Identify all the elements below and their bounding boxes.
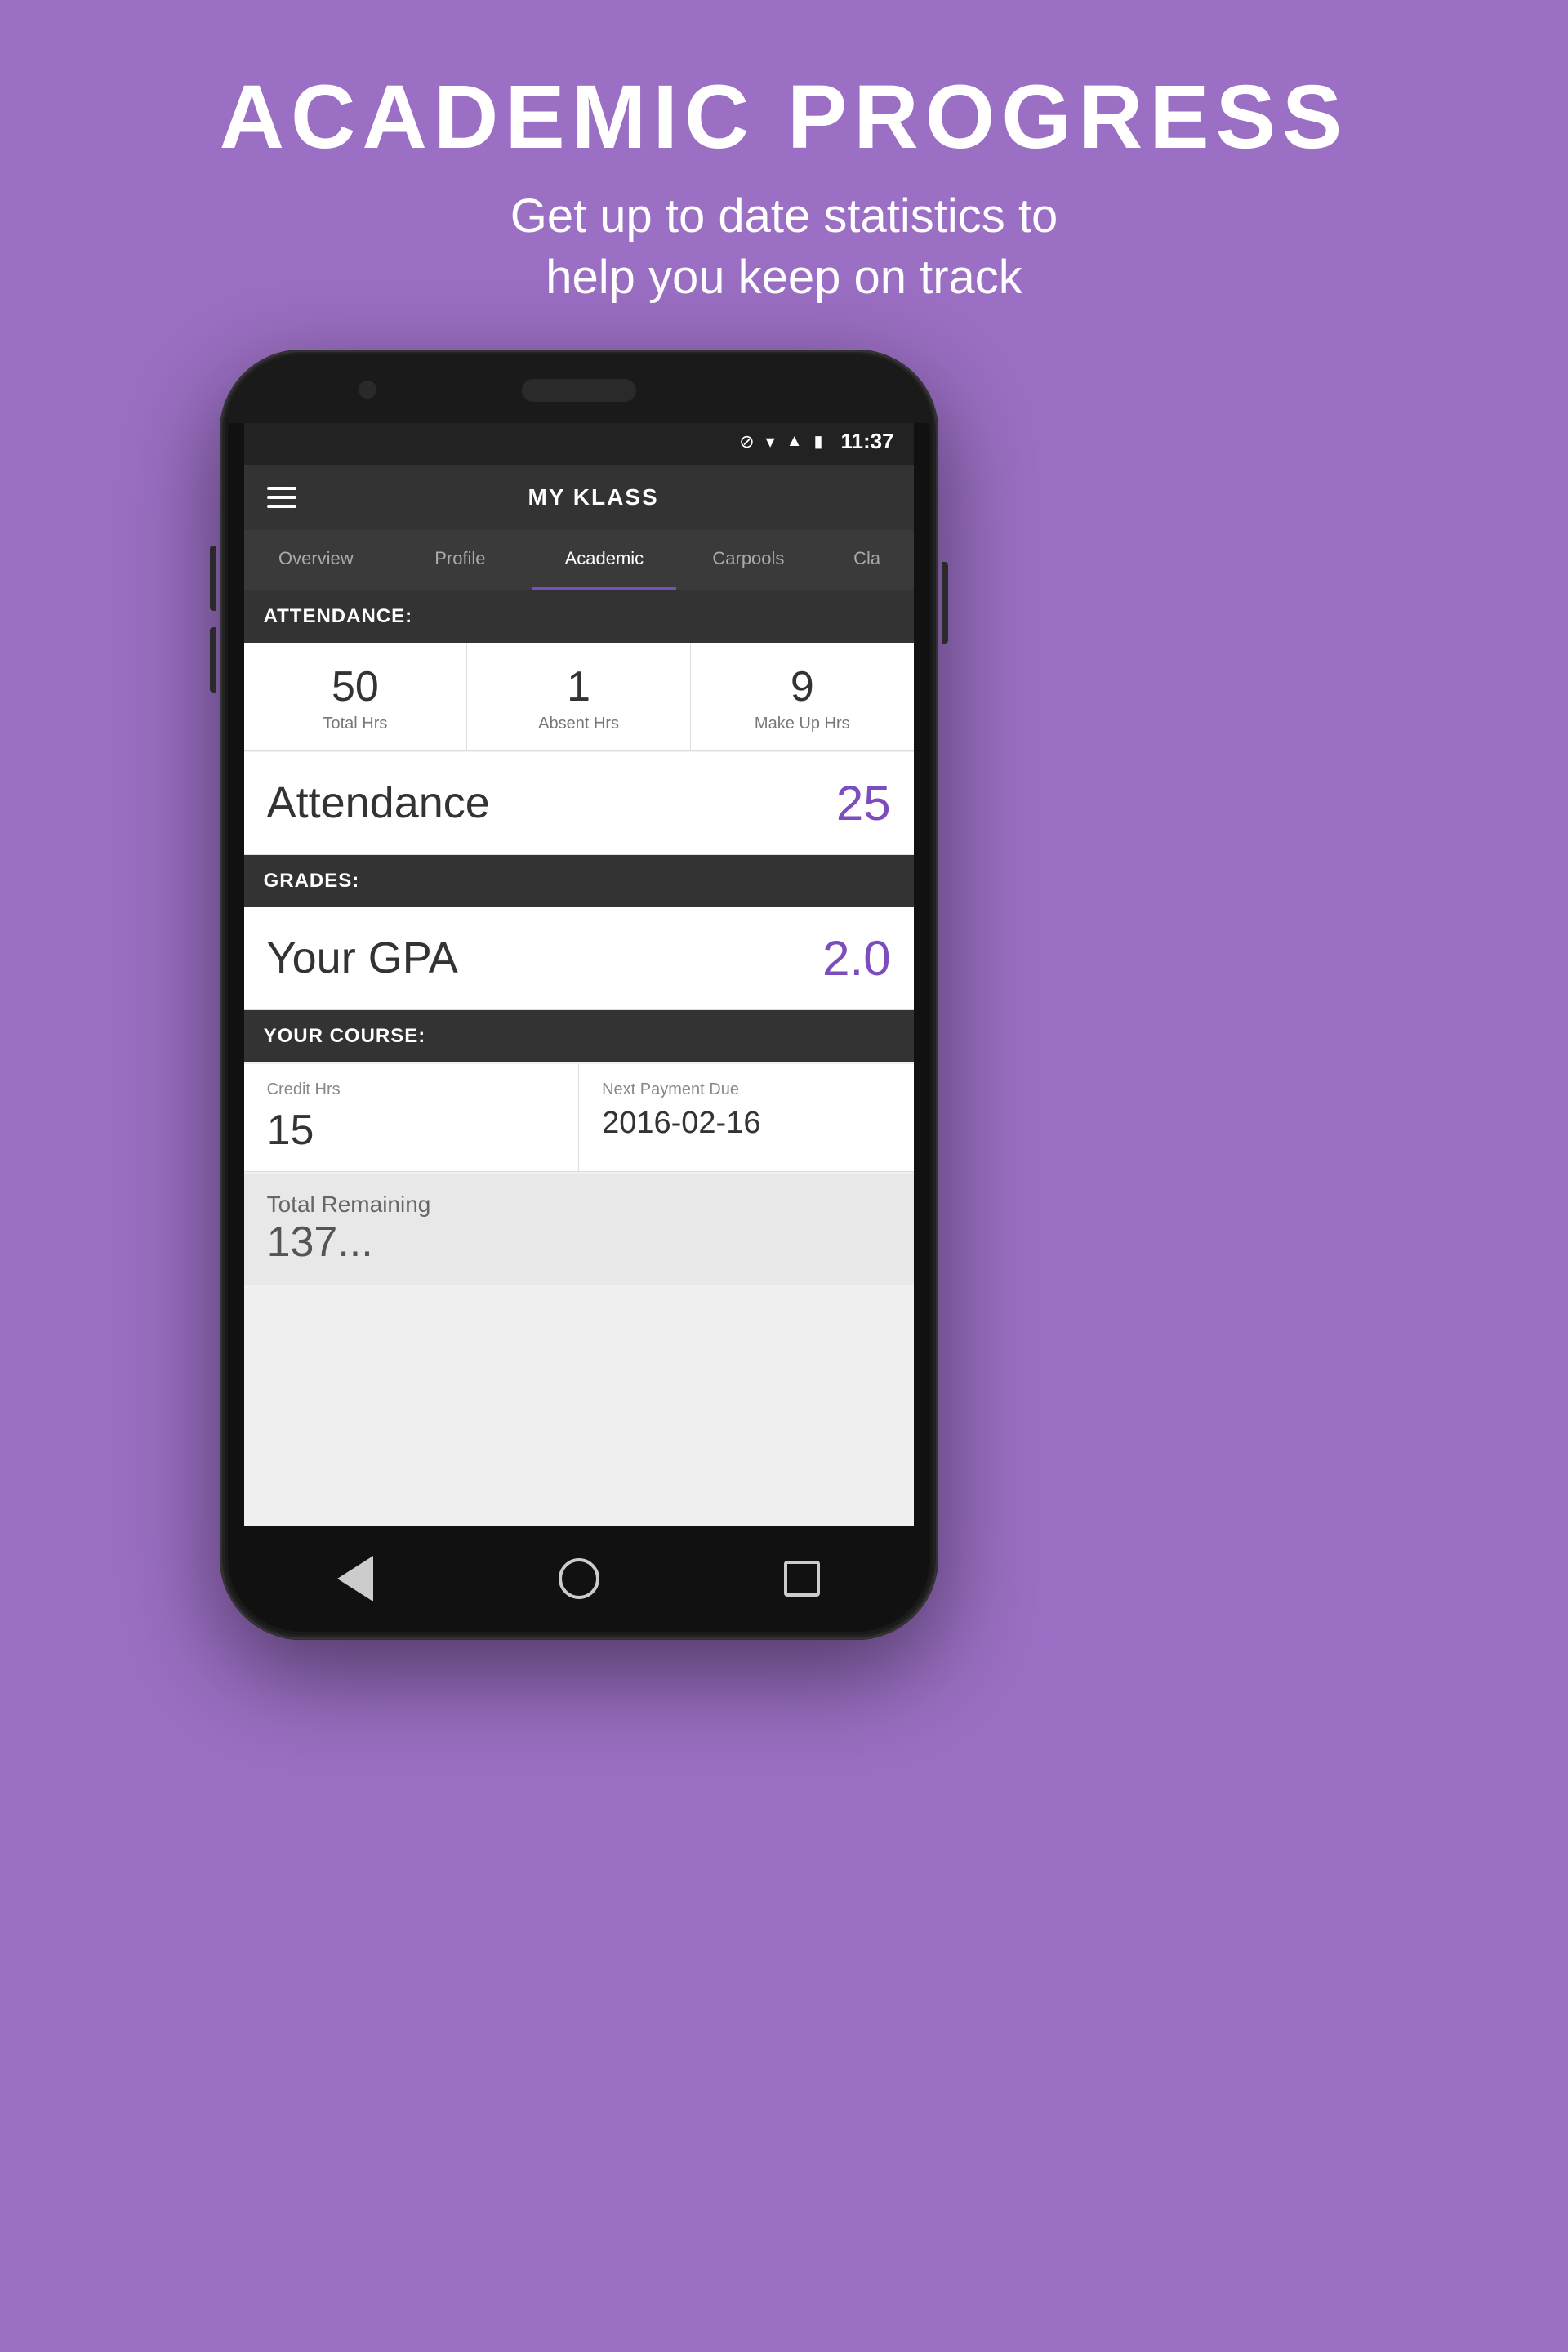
- page-header: ACADEMIC PROGRESS Get up to date statist…: [220, 0, 1349, 350]
- course-section: Credit Hrs 15 Next Payment Due 2016-02-1…: [244, 1064, 914, 1172]
- home-circle-icon: [559, 1558, 599, 1599]
- stat-total-hrs-value: 50: [252, 666, 459, 708]
- hamburger-line-1: [267, 487, 296, 490]
- phone-notch: [228, 358, 930, 423]
- course-next-payment: Next Payment Due 2016-02-16: [579, 1064, 914, 1171]
- total-remaining-label: Total Remaining: [267, 1192, 891, 1218]
- attendance-section-header: ATTENDANCE:: [244, 590, 914, 643]
- page-title: ACADEMIC PROGRESS: [220, 65, 1349, 169]
- status-bar: ⊘ ▾ ▲ ▮ 11:37: [244, 419, 914, 465]
- content-area: ATTENDANCE: 50 Total Hrs 1 Absent Hrs 9: [244, 590, 914, 1526]
- power-button: [942, 562, 948, 644]
- page-subtitle: Get up to date statistics tohelp you kee…: [220, 185, 1349, 309]
- phone-screen: ⊘ ▾ ▲ ▮ 11:37: [244, 419, 914, 1526]
- phone-bottom-nav: [244, 1526, 914, 1632]
- attendance-score-name: Attendance: [267, 777, 490, 828]
- stat-makeup-hrs: 9 Make Up Hrs: [691, 643, 914, 750]
- signal-off-icon: ⊘: [739, 431, 754, 452]
- gpa-value: 2.0: [822, 930, 890, 987]
- gpa-row: Your GPA 2.0: [244, 907, 914, 1010]
- next-payment-value: 2016-02-16: [602, 1106, 891, 1141]
- credit-hrs-value: 15: [267, 1106, 556, 1155]
- page-background: ACADEMIC PROGRESS Get up to date statist…: [220, 0, 1349, 1640]
- phone-frame: ⊘ ▾ ▲ ▮ 11:37: [220, 350, 938, 1640]
- stat-makeup-hrs-value: 9: [699, 666, 906, 708]
- tab-academic[interactable]: Academic: [532, 530, 677, 590]
- back-button[interactable]: [327, 1550, 384, 1607]
- status-icons: ⊘ ▾ ▲ ▮ 11:37: [739, 429, 893, 454]
- wifi-icon: ▾: [766, 431, 775, 452]
- volume-down-button: [210, 627, 216, 693]
- next-payment-label: Next Payment Due: [602, 1080, 891, 1099]
- tab-carpools[interactable]: Carpools: [676, 530, 821, 590]
- tabs-bar: Overview Profile Academic Carpools Cla: [244, 530, 914, 590]
- recents-square-icon: [784, 1561, 820, 1597]
- phone-camera: [359, 381, 376, 399]
- tab-profile[interactable]: Profile: [388, 530, 532, 590]
- attendance-stats-row: 50 Total Hrs 1 Absent Hrs 9 Make Up Hrs: [244, 643, 914, 751]
- total-remaining-value: 137...: [267, 1218, 891, 1267]
- total-remaining-section: Total Remaining 137...: [244, 1174, 914, 1285]
- phone-inner: ⊘ ▾ ▲ ▮ 11:37: [228, 358, 930, 1632]
- tab-overview[interactable]: Overview: [244, 530, 389, 590]
- hamburger-menu-icon[interactable]: [267, 487, 296, 508]
- course-section-header: YOUR COURSE:: [244, 1010, 914, 1062]
- network-icon: ▲: [786, 432, 803, 451]
- course-detail-row: Credit Hrs 15 Next Payment Due 2016-02-1…: [244, 1064, 914, 1172]
- tab-cla[interactable]: Cla: [821, 530, 914, 590]
- course-credit-hrs: Credit Hrs 15: [244, 1064, 580, 1171]
- back-arrow-icon: [337, 1556, 373, 1601]
- status-time: 11:37: [841, 429, 894, 454]
- battery-icon: ▮: [814, 431, 823, 452]
- stat-makeup-hrs-label: Make Up Hrs: [699, 715, 906, 733]
- home-button[interactable]: [550, 1550, 608, 1607]
- attendance-score-row: Attendance 25: [244, 752, 914, 855]
- credit-hrs-label: Credit Hrs: [267, 1080, 556, 1099]
- stat-absent-hrs-value: 1: [475, 666, 682, 708]
- stat-total-hrs-label: Total Hrs: [252, 715, 459, 733]
- stat-total-hrs: 50 Total Hrs: [244, 643, 468, 750]
- recents-button[interactable]: [773, 1550, 831, 1607]
- gpa-name: Your GPA: [267, 933, 458, 983]
- app-title: MY KLASS: [296, 484, 891, 510]
- app-toolbar: MY KLASS: [244, 465, 914, 530]
- stat-absent-hrs: 1 Absent Hrs: [467, 643, 691, 750]
- attendance-score-value: 25: [836, 775, 891, 831]
- hamburger-line-2: [267, 496, 296, 499]
- phone-speaker: [522, 379, 636, 402]
- grades-section-header: GRADES:: [244, 855, 914, 907]
- volume-up-button: [210, 546, 216, 611]
- hamburger-line-3: [267, 505, 296, 508]
- stat-absent-hrs-label: Absent Hrs: [475, 715, 682, 733]
